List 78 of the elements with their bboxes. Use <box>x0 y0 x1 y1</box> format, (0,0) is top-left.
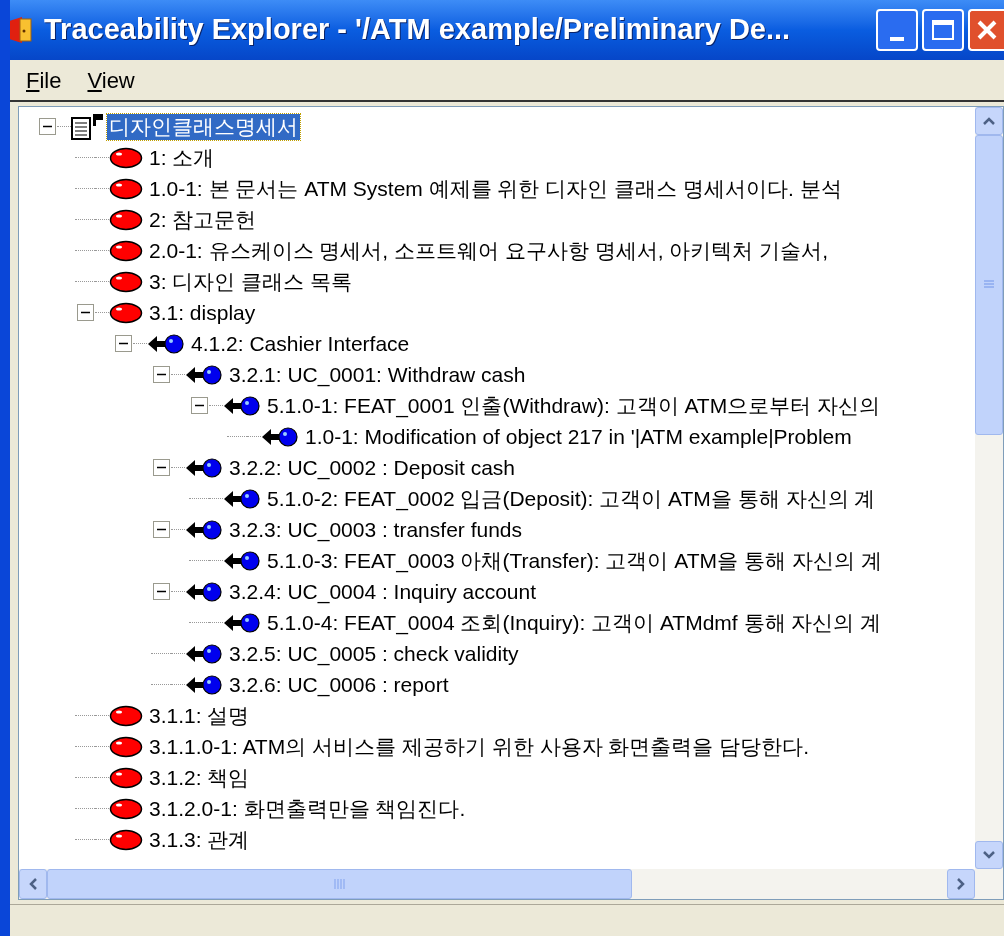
collapse-toggle[interactable] <box>152 521 170 538</box>
collapse-toggle[interactable] <box>152 583 170 600</box>
close-icon <box>976 19 998 41</box>
scroll-thumb[interactable] <box>975 135 1003 435</box>
oval-icon <box>109 828 143 851</box>
tree-node-label[interactable]: 3: 디자인 클래스 목록 <box>147 268 355 295</box>
oval-icon <box>109 239 143 262</box>
app-icon <box>10 15 34 45</box>
tree-node-label[interactable]: 3.1.2.0-1: 화면출력만을 책임진다. <box>147 795 468 822</box>
scroll-right-button[interactable] <box>947 869 975 899</box>
arrow-ball-icon <box>185 456 223 479</box>
scroll-left-button[interactable] <box>19 869 47 899</box>
arrow-ball-icon <box>223 611 261 634</box>
collapse-toggle[interactable] <box>76 304 94 321</box>
window-title: Traceability Explorer - '/ATM example/Preliminary De... <box>44 12 792 48</box>
chevron-left-icon <box>29 878 37 890</box>
close-button[interactable] <box>968 9 1004 51</box>
tree-node-label[interactable]: 5.1.0-3: FEAT_0003 아채(Transfer): 고객이 ATM을 통해 자신의 계 <box>265 547 884 574</box>
vertical-scrollbar[interactable] <box>975 107 1003 869</box>
tree-node-label[interactable]: 4.1.2: Cashier Interface <box>189 330 412 357</box>
oval-icon <box>109 704 143 727</box>
document-icon <box>71 113 103 140</box>
oval-icon <box>109 270 143 293</box>
collapse-toggle[interactable] <box>190 397 208 414</box>
tree-node-label[interactable]: 3.1: display <box>147 299 258 326</box>
grip-icon <box>983 280 995 290</box>
tree-node-label[interactable]: 3.2.5: UC_0005 : check validity <box>227 640 521 667</box>
arrow-ball-icon <box>223 487 261 510</box>
arrow-ball-icon <box>223 549 261 572</box>
arrow-ball-icon <box>185 518 223 541</box>
oval-icon <box>109 766 143 789</box>
tree-node-label[interactable]: 5.1.0-2: FEAT_0002 입금(Deposit): 고객이 ATM을 통해 자신의 계 <box>265 485 878 512</box>
scroll-down-button[interactable] <box>975 841 1003 869</box>
collapse-toggle[interactable] <box>152 366 170 383</box>
tree-node-label[interactable]: 3.1.3: 관계 <box>147 826 252 853</box>
tree-node-label[interactable]: 3.1.1.0-1: ATM의 서비스를 제공하기 위한 사용자 화면출력을 담당한다. <box>147 733 811 760</box>
tree-node-label[interactable]: 3.2.1: UC_0001: Withdraw cash <box>227 361 528 388</box>
maximize-button[interactable] <box>922 9 964 51</box>
tree-node-label[interactable]: 3.2.4: UC_0004 : Inquiry account <box>227 578 539 605</box>
scroll-up-button[interactable] <box>975 107 1003 135</box>
horizontal-scrollbar[interactable] <box>19 869 1003 899</box>
oval-icon <box>109 301 143 324</box>
arrow-ball-icon <box>185 673 223 696</box>
tree-node-label[interactable]: 5.1.0-1: FEAT_0001 인출(Withdraw): 고객이 ATM으로부터 자신의 <box>265 392 882 419</box>
horizontal-scroll-thumb[interactable] <box>47 869 632 899</box>
arrow-ball-icon <box>223 394 261 417</box>
tree-node-label[interactable]: 2: 참고문헌 <box>147 206 259 233</box>
arrow-ball-icon <box>185 642 223 665</box>
grip-icon <box>333 878 346 890</box>
tree-node-label[interactable]: 1.0-1: 본 문서는 ATM System 예제를 위한 디자인 클래스 명세서이다. 분석 <box>147 175 844 202</box>
minimize-button[interactable] <box>876 9 918 51</box>
tree-node-label[interactable]: 3.2.2: UC_0002 : Deposit cash <box>227 454 517 481</box>
tree-node-label[interactable]: 1.0-1: Modification of object 217 in '|ATM example|Problem <box>303 423 854 450</box>
chevron-down-icon <box>983 851 995 859</box>
oval-icon <box>109 146 143 169</box>
arrow-ball-icon <box>185 580 223 603</box>
tree-node-label[interactable]: 1: 소개 <box>147 144 217 171</box>
chevron-up-icon <box>983 117 995 125</box>
collapse-toggle[interactable] <box>152 459 170 476</box>
collapse-toggle[interactable] <box>38 118 56 135</box>
tree-node-label[interactable]: 디자인클래스명세서 <box>107 113 300 140</box>
menu-item[interactable]: View <box>87 63 135 97</box>
tree-node-label[interactable]: 5.1.0-4: FEAT_0004 조회(Inquiry): 고객이 ATMdmf 통해 자신의 계 <box>265 609 884 636</box>
tree-node-label[interactable]: 3.2.3: UC_0003 : transfer funds <box>227 516 524 543</box>
oval-icon <box>109 177 143 200</box>
menu-item[interactable]: File <box>26 63 62 97</box>
oval-icon <box>109 797 143 820</box>
arrow-ball-icon <box>261 425 299 448</box>
tree-node-label[interactable]: 3.2.6: UC_0006 : report <box>227 671 451 698</box>
oval-icon <box>109 208 143 231</box>
tree-node-label[interactable]: 3.1.1: 설명 <box>147 702 252 729</box>
arrow-ball-icon <box>185 363 223 386</box>
chevron-right-icon <box>957 878 965 890</box>
collapse-toggle[interactable] <box>114 335 132 352</box>
tree-node-label[interactable]: 2.0-1: 유스케이스 명세서, 소프트웨어 요구사항 명세서, 아키텍처 기술서, <box>147 237 831 264</box>
tree-node-label[interactable]: 3.1.2: 책임 <box>147 764 252 791</box>
oval-icon <box>109 735 143 758</box>
arrow-ball-icon <box>147 332 185 355</box>
